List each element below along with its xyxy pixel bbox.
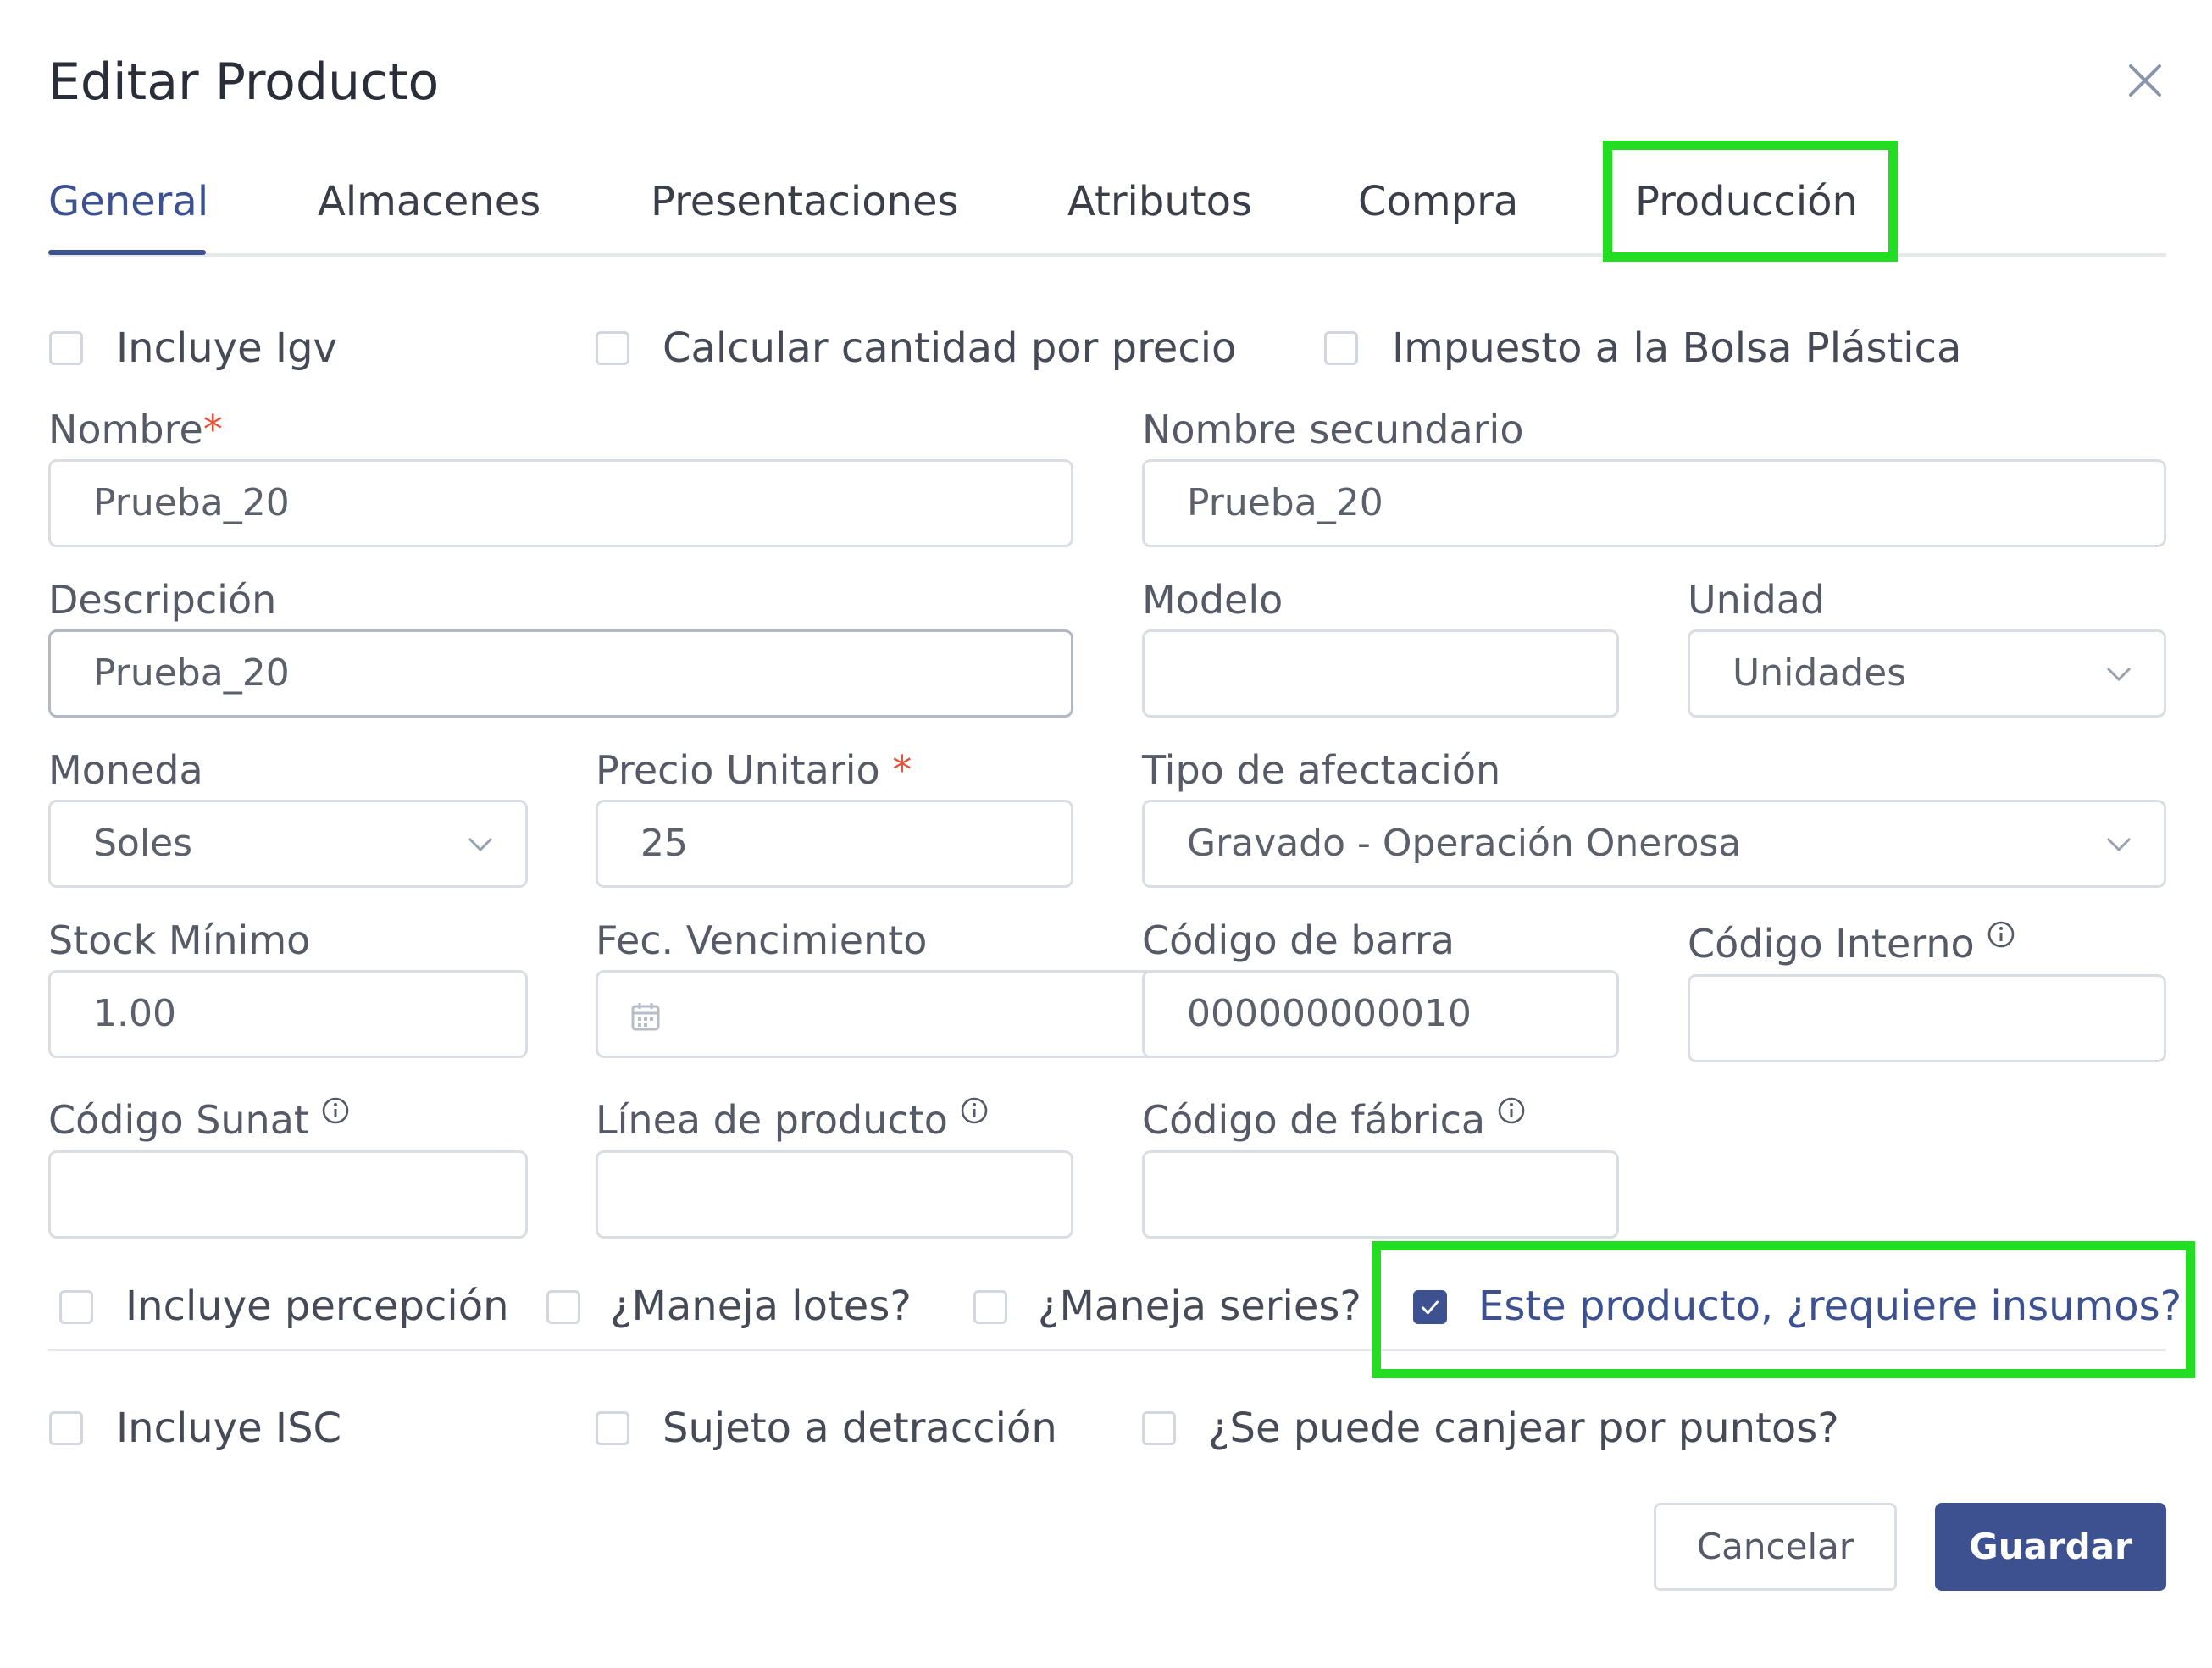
checkbox-label: ¿Se puede canjear por puntos? bbox=[1208, 1405, 1839, 1452]
active-tab-indicator bbox=[48, 250, 206, 255]
label-precio-unitario: Precio Unitario * bbox=[596, 747, 912, 793]
modelo-input[interactable] bbox=[1142, 629, 1619, 718]
tab-almacenes[interactable]: Almacenes bbox=[318, 174, 541, 230]
checkbox-label: Sujeto a detracción bbox=[662, 1405, 1057, 1452]
label-nombre-secundario: Nombre secundario bbox=[1142, 407, 1524, 452]
nombre-secundario-input[interactable]: Prueba_20 bbox=[1142, 459, 2166, 547]
checkbox-label: Incluye percepción bbox=[125, 1283, 509, 1330]
tab-presentaciones[interactable]: Presentaciones bbox=[651, 174, 959, 230]
checkbox-label: Incluye Igv bbox=[116, 324, 337, 372]
info-icon[interactable] bbox=[960, 1096, 989, 1125]
tab-general[interactable]: General bbox=[48, 174, 208, 230]
required-mark: * bbox=[202, 407, 223, 452]
checkbox-incluye-isc[interactable] bbox=[49, 1411, 83, 1445]
checkbox-maneja-lotes[interactable] bbox=[546, 1290, 580, 1324]
descripcion-input[interactable]: Prueba_20 bbox=[48, 629, 1073, 718]
input-value: Prueba_20 bbox=[93, 481, 290, 524]
required-mark: * bbox=[892, 747, 912, 793]
input-value: 1.00 bbox=[93, 992, 176, 1035]
checkbox-canjear-puntos[interactable] bbox=[1142, 1411, 1176, 1445]
stock-minimo-input[interactable]: 1.00 bbox=[48, 970, 528, 1058]
checkbox-calcular-cantidad[interactable] bbox=[596, 331, 629, 365]
label-moneda: Moneda bbox=[48, 747, 203, 793]
highlight-box-produccion bbox=[1603, 141, 1898, 262]
nombre-input[interactable]: Prueba_20 bbox=[48, 459, 1073, 547]
highlight-box-requiere-insumos bbox=[1372, 1241, 2195, 1378]
chevron-down-icon bbox=[2106, 667, 2132, 682]
codigo-barra-input[interactable]: 000000000010 bbox=[1142, 970, 1619, 1058]
moneda-select[interactable]: Soles bbox=[48, 800, 528, 888]
codigo-interno-input[interactable] bbox=[1688, 974, 2166, 1062]
tab-atributos[interactable]: Atributos bbox=[1067, 174, 1252, 230]
codigo-fabrica-input[interactable] bbox=[1142, 1150, 1619, 1239]
checkbox-incluye-igv[interactable] bbox=[49, 331, 83, 365]
label-stock-minimo: Stock Mínimo bbox=[48, 917, 311, 963]
checkbox-label: Incluye ISC bbox=[116, 1405, 342, 1452]
dialog-title: Editar Producto bbox=[48, 53, 440, 112]
label-fec-vencimiento: Fec. Vencimiento bbox=[596, 917, 928, 963]
close-icon[interactable] bbox=[2122, 58, 2168, 103]
label-linea-producto: Línea de producto bbox=[596, 1095, 989, 1144]
checkbox-label: Calcular cantidad por precio bbox=[662, 324, 1237, 372]
tab-compra[interactable]: Compra bbox=[1358, 174, 1518, 230]
input-value: 000000000010 bbox=[1187, 992, 1472, 1035]
save-button[interactable]: Guardar bbox=[1935, 1503, 2166, 1591]
info-icon[interactable] bbox=[1497, 1096, 1526, 1125]
label-codigo-sunat: Código Sunat bbox=[48, 1095, 350, 1144]
select-value: Soles bbox=[93, 822, 193, 865]
label-descripcion: Descripción bbox=[48, 577, 277, 623]
input-value: Prueba_20 bbox=[93, 651, 290, 695]
info-icon[interactable] bbox=[321, 1096, 350, 1125]
chevron-down-icon bbox=[468, 837, 493, 852]
label-codigo-fabrica: Código de fábrica bbox=[1142, 1095, 1526, 1144]
chevron-down-icon bbox=[2106, 837, 2132, 852]
label-nombre: Nombre* bbox=[48, 407, 223, 452]
input-value: Prueba_20 bbox=[1187, 481, 1383, 524]
label-codigo-interno: Código Interno bbox=[1688, 919, 2015, 968]
checkbox-label: ¿Maneja series? bbox=[1038, 1283, 1361, 1330]
codigo-sunat-input[interactable] bbox=[48, 1150, 528, 1239]
checkbox-incluye-percepcion[interactable] bbox=[59, 1290, 93, 1324]
checkbox-label: ¿Maneja lotes? bbox=[610, 1283, 912, 1330]
unidad-select[interactable]: Unidades bbox=[1688, 629, 2166, 718]
select-value: Gravado - Operación Onerosa bbox=[1187, 822, 1742, 865]
linea-producto-input[interactable] bbox=[596, 1150, 1073, 1239]
label-unidad: Unidad bbox=[1688, 577, 1826, 623]
label-codigo-barra: Código de barra bbox=[1142, 917, 1455, 963]
checkbox-sujeto-detraccion[interactable] bbox=[596, 1411, 629, 1445]
select-value: Unidades bbox=[1732, 651, 1907, 695]
checkbox-maneja-series[interactable] bbox=[973, 1290, 1007, 1324]
label-tipo-afectacion: Tipo de afectación bbox=[1142, 747, 1501, 793]
tipo-afectacion-select[interactable]: Gravado - Operación Onerosa bbox=[1142, 800, 2166, 888]
precio-unitario-input[interactable]: 25 bbox=[596, 800, 1073, 888]
fec-vencimiento-input[interactable] bbox=[596, 970, 1155, 1058]
checkbox-impuesto-bolsa[interactable] bbox=[1324, 331, 1358, 365]
info-icon[interactable] bbox=[1987, 920, 2015, 949]
input-value: 25 bbox=[640, 822, 688, 865]
checkbox-label: Impuesto a la Bolsa Plástica bbox=[1392, 324, 1962, 372]
calendar-icon bbox=[631, 1003, 660, 1031]
cancel-button[interactable]: Cancelar bbox=[1654, 1503, 1897, 1591]
label-modelo: Modelo bbox=[1142, 577, 1283, 623]
